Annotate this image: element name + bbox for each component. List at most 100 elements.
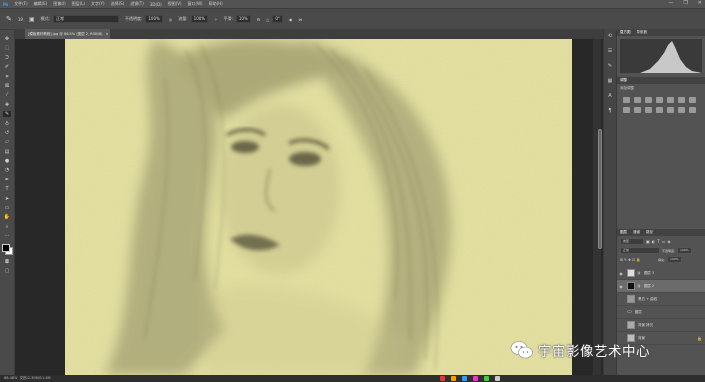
taskbar-app-icon[interactable] <box>495 376 500 381</box>
document-info[interactable]: 文档:2.30M/11.4M <box>20 376 51 380</box>
layer-row[interactable]: 背景 拷贝 <box>617 319 705 332</box>
filter-smart-icon[interactable]: ◈ <box>668 239 671 244</box>
lock-icons[interactable]: ⊞ ✎ ✥ ⊡ 🔒 <box>620 258 656 262</box>
menu-filter[interactable]: 滤镜(T) <box>130 1 144 7</box>
smoothing-input[interactable]: 10% <box>235 15 251 23</box>
taskbar-app-icon[interactable] <box>440 376 445 381</box>
brush-settings-panel-icon[interactable]: ✎ <box>607 63 614 70</box>
filter-adjust-icon[interactable]: ◐ <box>652 239 656 244</box>
menu-edit[interactable]: 编辑(E) <box>34 1 48 7</box>
character-panel-icon[interactable]: A <box>607 93 614 100</box>
layer-kind-filter[interactable]: 类型 <box>620 238 644 245</box>
lasso-tool-icon[interactable]: ᑐ <box>3 55 11 61</box>
taskbar-app-icon[interactable] <box>462 376 467 381</box>
eye-icon[interactable]: ◉ <box>618 271 624 276</box>
brightness-adjust-icon[interactable] <box>623 97 630 103</box>
restore-button[interactable]: ❐ <box>683 0 687 6</box>
hue-saturation-adjust-icon[interactable] <box>678 97 685 103</box>
threshold-adjust-icon[interactable] <box>689 107 696 113</box>
healing-brush-tool-icon[interactable]: ✚ <box>3 102 11 108</box>
history-brush-tool-icon[interactable]: ↺ <box>3 130 11 136</box>
zoom-tool-icon[interactable]: ⌕ <box>3 224 11 230</box>
clone-stamp-tool-icon[interactable]: ♁ <box>3 121 11 127</box>
foreground-color-swatch[interactable] <box>2 243 10 252</box>
channel-mixer-adjust-icon[interactable] <box>645 107 652 113</box>
marquee-tool-icon[interactable]: ⬚ <box>3 45 11 51</box>
vertical-scrollbar[interactable] <box>593 39 602 375</box>
taskbar-app-icon[interactable] <box>484 376 489 381</box>
color-balance-adjust-icon[interactable] <box>689 97 696 103</box>
pressure-opacity-icon[interactable]: ◎ <box>169 17 173 22</box>
layer-row[interactable]: ◉ ⛓ 图层 3 <box>617 267 705 280</box>
swatches-panel-icon[interactable]: ▦ <box>607 78 614 85</box>
tab-histogram[interactable]: 直方图 <box>620 29 631 36</box>
blend-mode-select[interactable]: 正常 <box>620 247 660 254</box>
image-canvas[interactable] <box>65 39 572 375</box>
layer-row[interactable]: ▭ 图层 <box>617 306 705 319</box>
tab-paths[interactable]: 路径 <box>646 229 653 236</box>
airbrush-icon[interactable]: ✧ <box>214 17 217 22</box>
posterize-adjust-icon[interactable] <box>678 107 685 113</box>
eraser-tool-icon[interactable]: ▱ <box>3 139 11 145</box>
screen-mode-icon[interactable]: ▢ <box>3 268 11 274</box>
photo-filter-adjust-icon[interactable] <box>634 107 641 113</box>
brush-settings-icon[interactable]: ▣ <box>29 16 35 23</box>
gradient-tool-icon[interactable]: ▤ <box>3 149 11 155</box>
hand-tool-icon[interactable]: ✋ <box>3 214 11 220</box>
black-white-adjust-icon[interactable] <box>623 107 630 113</box>
frame-tool-icon[interactable]: ⊠ <box>3 83 11 89</box>
smoothing-options-icon[interactable]: ⚙ <box>257 17 261 22</box>
eyedropper-tool-icon[interactable]: ⁄ <box>3 92 11 98</box>
symmetry-icon[interactable]: ⋈ <box>298 17 302 22</box>
menu-layer[interactable]: 图层(L) <box>72 1 85 7</box>
brush-size-value[interactable]: 19 <box>18 17 23 22</box>
eye-icon[interactable]: ◉ <box>618 284 624 289</box>
flow-input[interactable]: 100% <box>190 15 209 23</box>
menu-help[interactable]: 帮助(H) <box>209 1 223 7</box>
pressure-size-icon[interactable]: ◉ <box>289 17 293 22</box>
tab-adjustments[interactable]: 调整 <box>620 77 627 84</box>
paragraph-panel-icon[interactable]: ¶ <box>607 108 614 115</box>
menu-window[interactable]: 窗口(W) <box>188 1 203 7</box>
layer-fill-input[interactable]: 100% <box>667 256 682 263</box>
document-tab[interactable]: [模板素材教程].jpg @ 66.5% (图层 2, RGB/8) × <box>25 29 110 39</box>
tab-layers[interactable]: 图层 <box>620 229 627 236</box>
edit-toolbar-icon[interactable]: ⋯ <box>3 233 11 239</box>
move-tool-icon[interactable]: ✥ <box>3 36 11 42</box>
menu-image[interactable]: 图像(I) <box>53 1 65 7</box>
minimize-button[interactable]: — <box>668 0 673 6</box>
shape-tool-icon[interactable]: ▭ <box>3 205 11 211</box>
layer-opacity-input[interactable]: 100% <box>677 247 692 254</box>
layer-row-selected[interactable]: ◉ ⛓ 图层 2 <box>617 280 705 293</box>
opacity-input[interactable]: 100% <box>145 15 163 23</box>
exposure-adjust-icon[interactable] <box>656 97 663 103</box>
ps-logo-icon[interactable]: Ps <box>3 2 8 7</box>
menu-file[interactable]: 文件(F) <box>14 1 27 7</box>
history-panel-icon[interactable]: ⟲ <box>607 33 614 40</box>
menu-type[interactable]: 文字(Y) <box>91 1 105 7</box>
brush-tool-preset-icon[interactable]: ✎ <box>6 15 12 23</box>
invert-adjust-icon[interactable] <box>667 107 674 113</box>
pen-tool-icon[interactable]: ✒ <box>3 177 11 183</box>
blur-tool-icon[interactable]: ● <box>3 158 11 164</box>
layer-row[interactable]: 黑白 + 曲线 <box>617 293 705 306</box>
filter-pixel-icon[interactable]: ▣ <box>646 239 650 244</box>
menu-view[interactable]: 视图(V) <box>168 1 182 7</box>
properties-panel-icon[interactable]: ☰ <box>607 48 614 55</box>
mode-select[interactable]: 正常 <box>53 15 119 23</box>
zoom-level[interactable]: 66.48% <box>4 376 17 380</box>
taskbar-app-icon[interactable] <box>451 376 456 381</box>
type-tool-icon[interactable]: T <box>3 186 11 192</box>
color-lookup-adjust-icon[interactable] <box>656 107 663 113</box>
quick-mask-icon[interactable]: ◘ <box>3 259 11 265</box>
dodge-tool-icon[interactable]: ◔ <box>3 167 11 173</box>
close-button[interactable]: ✕ <box>698 0 702 6</box>
color-swatches[interactable] <box>1 243 13 255</box>
curves-adjust-icon[interactable] <box>645 97 652 103</box>
brush-tool-icon[interactable]: ✎ <box>3 111 11 118</box>
menu-3d[interactable]: 3D(D) <box>150 2 162 7</box>
tab-navigator[interactable]: 导航器 <box>637 29 648 36</box>
levels-adjust-icon[interactable] <box>634 97 641 103</box>
path-select-tool-icon[interactable]: ➤ <box>3 196 11 202</box>
crop-tool-icon[interactable]: ⌗ <box>3 74 11 80</box>
